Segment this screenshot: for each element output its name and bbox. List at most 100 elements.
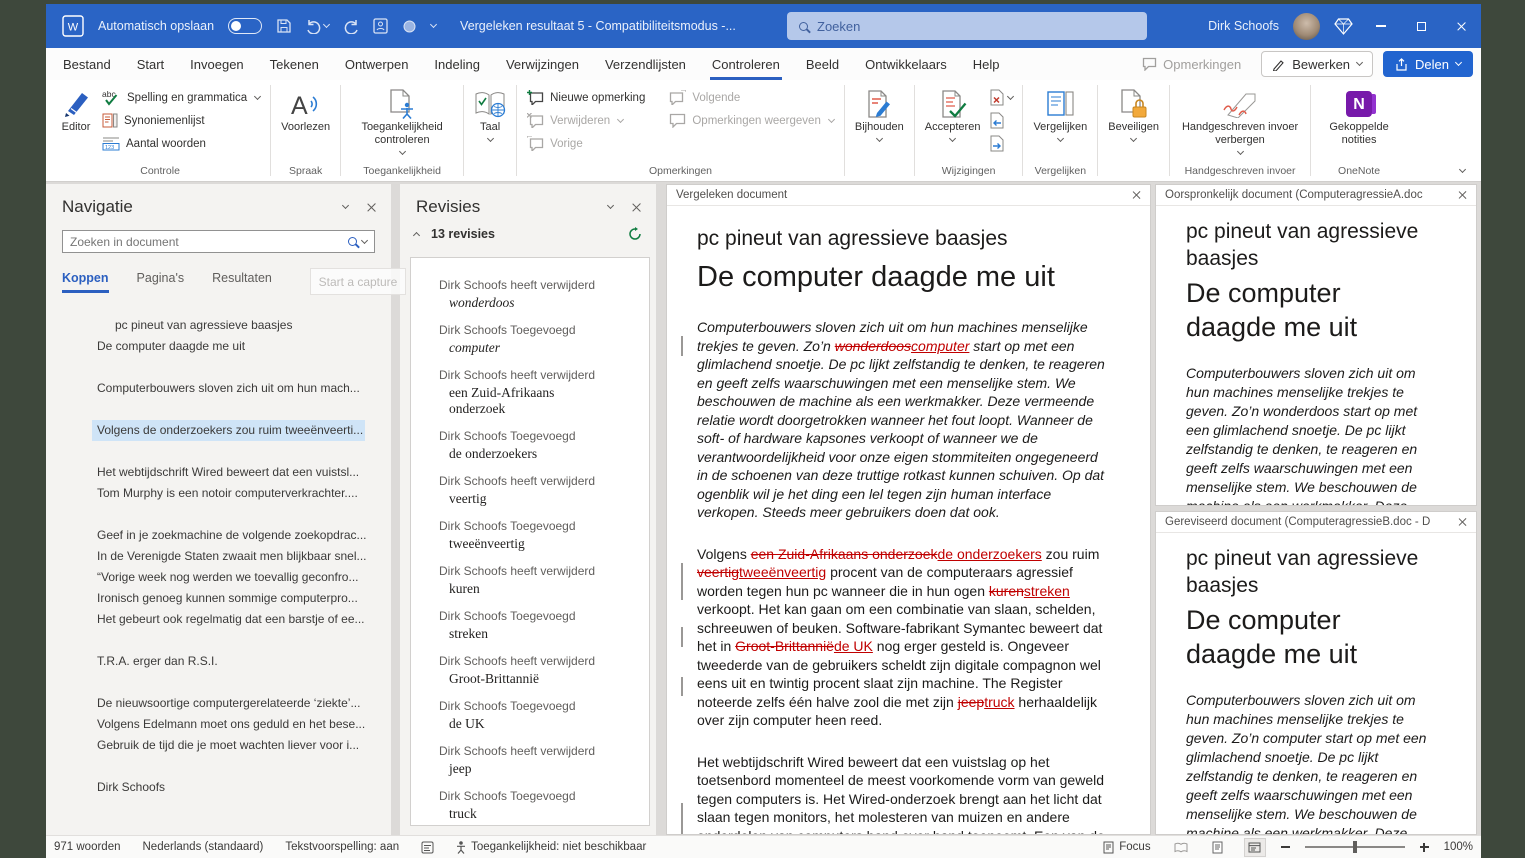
close-original-icon[interactable] xyxy=(1457,190,1467,200)
user-name[interactable]: Dirk Schoofs xyxy=(1208,19,1279,33)
delete-comment-button[interactable]: Verwijderen xyxy=(522,109,650,132)
print-layout-button[interactable] xyxy=(1207,838,1229,857)
next-comment-button[interactable]: Volgende xyxy=(664,86,839,109)
document-search-box[interactable] xyxy=(62,230,375,253)
revision-item[interactable]: Dirk Schoofs Toegevoegdcomputer xyxy=(439,323,643,356)
tab-indeling[interactable]: Indeling xyxy=(421,48,493,80)
heading-item[interactable]: pc pineut van agressieve baasjes xyxy=(46,315,391,336)
proofing-icon[interactable] xyxy=(421,841,434,854)
nav-tab-resultaten[interactable]: Resultaten xyxy=(212,271,272,293)
pane-options-icon[interactable] xyxy=(607,202,614,209)
nav-tab-koppen[interactable]: Koppen xyxy=(62,271,109,293)
undo-button[interactable] xyxy=(306,18,329,34)
revision-item[interactable]: Dirk Schoofs Toegevoegdtweeënveertig xyxy=(439,519,643,552)
heading-item[interactable]: Het webtijdschrift Wired beweert dat een… xyxy=(46,462,391,483)
revision-item[interactable]: Dirk Schoofs Toegevoegdstreken xyxy=(439,609,643,642)
thesaurus-button[interactable]: Synoniemenlijst xyxy=(97,109,265,132)
revision-item[interactable]: Dirk Schoofs heeft verwijderdwonderdoos xyxy=(439,278,643,311)
heading-item[interactable]: Gebruik de tijd die je moet wachten liev… xyxy=(46,735,391,756)
collapse-ribbon-icon[interactable] xyxy=(1459,166,1466,173)
diamond-icon[interactable] xyxy=(1334,18,1353,35)
search-box[interactable]: Zoeken xyxy=(787,12,1147,40)
new-comment-button[interactable]: Nieuwe opmerking xyxy=(522,86,650,109)
heading-item[interactable]: Het gebeurt ook regelmatig dat een barst… xyxy=(46,609,391,630)
p^ane-options-icon[interactable] xyxy=(342,202,349,209)
show-comments-button[interactable]: Opmerkingen weergeven xyxy=(664,109,839,132)
zoom-slider[interactable] xyxy=(1305,846,1405,848)
track-changes-button[interactable]: Bijhouden xyxy=(850,84,909,164)
revision-item[interactable]: Dirk Schoofs Toegevoegdde onderzoekers xyxy=(439,429,643,462)
original-document-content[interactable]: pc pineut van agressieve baasjes De comp… xyxy=(1156,206,1476,505)
tab-help[interactable]: Help xyxy=(960,48,1013,80)
zoom-in-button[interactable] xyxy=(1420,843,1429,852)
nav-tab-paginas[interactable]: Pagina's xyxy=(137,271,185,293)
presence-circle-icon[interactable] xyxy=(402,19,417,34)
hide-ink-button[interactable]: Handgeschreven invoer verbergen xyxy=(1175,84,1305,164)
check-accessibility-button[interactable]: Toegankelijkheid controleren xyxy=(346,84,458,164)
search-options-icon[interactable] xyxy=(361,236,368,243)
comments-button[interactable]: Opmerkingen xyxy=(1132,53,1251,76)
next-change-button[interactable] xyxy=(989,133,1013,154)
compared-document-content[interactable]: pc pineut van agressieve baasjes De comp… xyxy=(667,206,1150,834)
close-navigation-icon[interactable] xyxy=(366,202,377,213)
close-compared-icon[interactable] xyxy=(1131,190,1141,200)
revision-item[interactable]: Dirk Schoofs heeft verwijderdveertig xyxy=(439,474,643,507)
save-icon[interactable] xyxy=(276,18,292,34)
undo-dropdown-icon[interactable] xyxy=(323,21,330,28)
heading-item-selected[interactable]: Volgens de onderzoekers zou ruim tweeënv… xyxy=(92,420,365,441)
avatar[interactable] xyxy=(1293,13,1320,40)
tab-beeld[interactable]: Beeld xyxy=(793,48,852,80)
revision-item[interactable]: Dirk Schoofs heeft verwijderdkuren xyxy=(439,564,643,597)
zoom-out-button[interactable] xyxy=(1281,846,1290,848)
zoom-level[interactable]: 100% xyxy=(1444,841,1473,853)
heading-item[interactable]: “Vorige week nog werden we toevallig gec… xyxy=(46,567,391,588)
heading-item[interactable]: Ironisch genoeg kunnen sommige computerp… xyxy=(46,588,391,609)
search-icon[interactable] xyxy=(348,237,357,246)
tab-ontwikkelaars[interactable]: Ontwikkelaars xyxy=(852,48,960,80)
tab-controleren[interactable]: Controleren xyxy=(699,48,793,80)
editor-button[interactable]: Editor xyxy=(55,84,97,164)
tab-bestand[interactable]: Bestand xyxy=(50,48,124,80)
heading-item[interactable]: Tom Murphy is een notoir computerverkrac… xyxy=(46,483,391,504)
accessibility-status[interactable]: Toegankelijkheid: niet beschikbaar xyxy=(456,841,646,854)
heading-item[interactable]: Geef in je zoekmachine de volgende zoeko… xyxy=(46,525,391,546)
close-button[interactable] xyxy=(1441,4,1481,48)
heading-item[interactable]: T.R.A. erger dan R.S.I. xyxy=(46,651,391,672)
heading-item[interactable]: Dirk Schoofs xyxy=(46,777,391,798)
previous-comment-button[interactable]: Vorige xyxy=(522,132,650,155)
revision-item[interactable]: Dirk Schoofs Toegevoegdde UK xyxy=(439,699,643,732)
more-commands-icon[interactable] xyxy=(430,21,437,28)
web-layout-button[interactable] xyxy=(1244,838,1266,857)
contact-card-icon[interactable] xyxy=(373,18,388,34)
revision-item[interactable]: Dirk Schoofs heeft verwijderdeen Zuid-Af… xyxy=(439,368,643,417)
autosave-toggle[interactable] xyxy=(228,18,262,34)
tab-verzendlijsten[interactable]: Verzendlijsten xyxy=(592,48,699,80)
tab-start[interactable]: Start xyxy=(124,48,177,80)
collapse-revisions-icon[interactable] xyxy=(413,232,420,239)
heading-item[interactable]: Computerbouwers sloven zich uit om hun m… xyxy=(46,378,391,399)
maximize-button[interactable] xyxy=(1401,4,1441,48)
language-button[interactable]: Taal xyxy=(469,84,511,164)
tab-tekenen[interactable]: Tekenen xyxy=(257,48,332,80)
reject-change-button[interactable] xyxy=(989,87,1013,108)
minimize-button[interactable] xyxy=(1361,4,1401,48)
spelling-grammar-button[interactable]: abc Spelling en grammatica xyxy=(97,86,265,109)
compare-button[interactable]: Vergelijken xyxy=(1028,84,1092,164)
heading-item[interactable]: In de Verenigde Staten zwaait men blijkb… xyxy=(46,546,391,567)
close-revisions-icon[interactable] xyxy=(631,202,642,213)
read-mode-button[interactable] xyxy=(1170,838,1192,857)
tab-invoegen[interactable]: Invoegen xyxy=(177,48,257,80)
heading-item[interactable]: De nieuwsoortige computergerelateerde ‘z… xyxy=(46,693,391,714)
document-search-input[interactable] xyxy=(70,235,343,249)
revision-item[interactable]: Dirk Schoofs heeft verwijderdGroot-Britt… xyxy=(439,654,643,687)
revised-document-content[interactable]: pc pineut van agressieve baasjes De comp… xyxy=(1156,533,1476,834)
protect-button[interactable]: Beveiligen xyxy=(1103,84,1164,164)
previous-change-button[interactable] xyxy=(989,110,1013,131)
heading-item[interactable]: De computer daagde me uit xyxy=(46,336,391,357)
editing-mode-button[interactable]: Bewerken xyxy=(1261,51,1373,77)
tab-ontwerpen[interactable]: Ontwerpen xyxy=(332,48,422,80)
tab-verwijzingen[interactable]: Verwijzingen xyxy=(493,48,592,80)
word-count-button[interactable]: 123 Aantal woorden xyxy=(97,132,265,155)
read-aloud-button[interactable]: A Voorlezen xyxy=(276,84,335,164)
revision-item[interactable]: Dirk Schoofs heeft verwijderdjeep xyxy=(439,744,643,777)
